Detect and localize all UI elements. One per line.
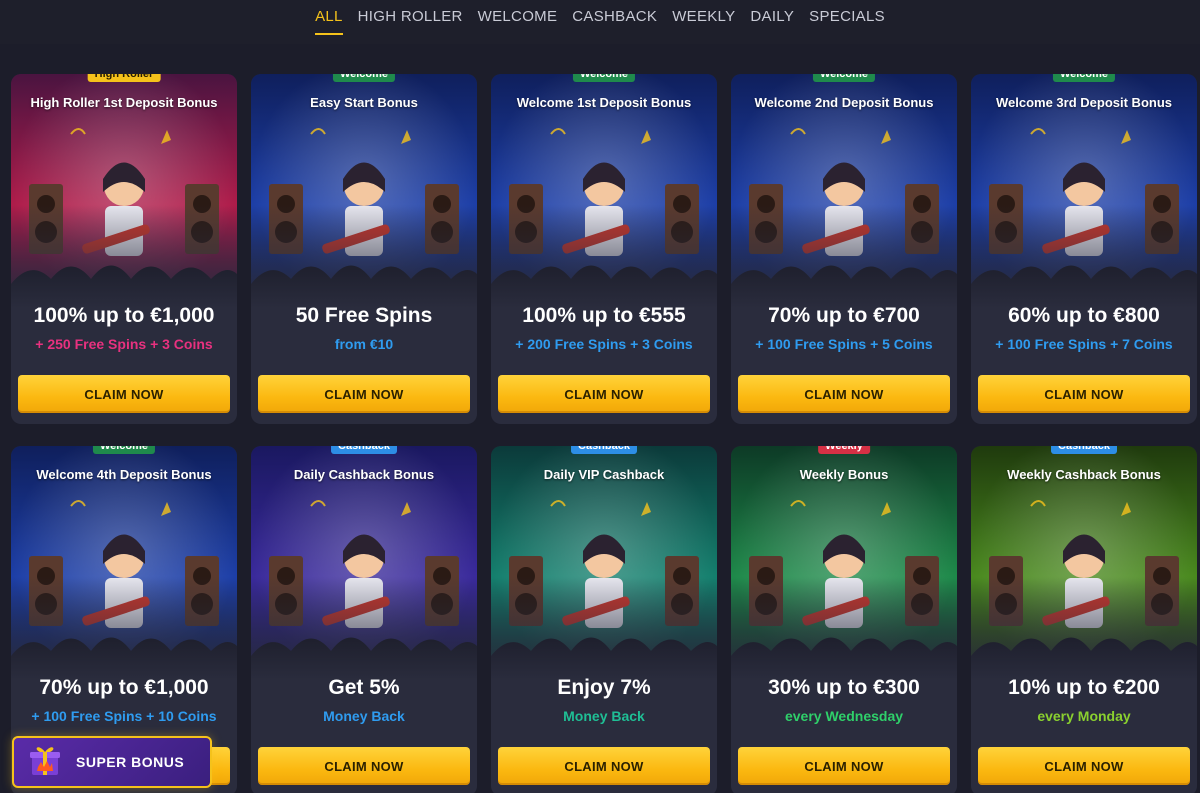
bonus-title: Welcome 3rd Deposit Bonus — [995, 95, 1172, 110]
bonus-card[interactable]: Cashback Daily VIP Cashback Enjoy 7% Money … — [491, 446, 717, 793]
tab-welcome[interactable]: WELCOME — [478, 8, 558, 35]
claim-now-button[interactable]: CLAIM NOW — [258, 375, 470, 413]
bonus-extra: + 100 Free Spins + 10 Coins — [31, 708, 217, 724]
tab-cashback[interactable]: CASHBACK — [572, 8, 657, 35]
category-badge: Welcome — [92, 446, 156, 454]
bonus-extra: every Wednesday — [784, 708, 904, 724]
tab-specials[interactable]: SPECIALS — [809, 8, 885, 35]
bonus-amount: 30% up to €300 — [768, 676, 920, 699]
bonus-card[interactable]: Welcome Easy Start Bonus 50 Free Spins from… — [251, 74, 477, 424]
bonus-title: Welcome 4th Deposit Bonus — [36, 467, 212, 482]
bonus-illustration — [731, 74, 957, 314]
bonus-card[interactable]: Welcome Welcome 3rd Deposit Bonus 60% up t… — [971, 74, 1197, 424]
super-bonus-button[interactable]: SUPER BONUS — [12, 736, 212, 788]
bonus-extra: every Monday — [1037, 708, 1131, 724]
bonus-amount: 10% up to €200 — [1008, 676, 1160, 699]
bonus-extra: Money Back — [323, 708, 405, 724]
bonus-title: Welcome 1st Deposit Bonus — [516, 95, 692, 110]
claim-now-button[interactable]: CLAIM NOW — [18, 375, 230, 413]
claim-now-button[interactable]: CLAIM NOW — [498, 375, 710, 413]
bonus-illustration — [251, 74, 477, 314]
bonus-illustration — [731, 446, 957, 686]
tab-all[interactable]: ALL — [315, 8, 343, 35]
category-badge: Welcome — [572, 74, 636, 82]
bonus-extra: from €10 — [334, 336, 394, 352]
bonus-card[interactable]: Weekly Weekly Bonus 30% up to €300 every We… — [731, 446, 957, 793]
tab-weekly[interactable]: WEEKLY — [672, 8, 735, 35]
category-badge: High Roller — [87, 74, 161, 82]
category-badge: Cashback — [331, 446, 397, 454]
bonus-amount: 70% up to €700 — [768, 304, 920, 327]
category-badge: Cashback — [571, 446, 637, 454]
bonus-card[interactable]: High Roller High Roller 1st Deposit Bonus… — [11, 74, 237, 424]
bonus-card[interactable]: Welcome Welcome 1st Deposit Bonus 100% up … — [491, 74, 717, 424]
bonus-card[interactable]: Cashback Weekly Cashback Bonus 10% up to €… — [971, 446, 1197, 793]
claim-now-button[interactable]: CLAIM NOW — [498, 747, 710, 785]
bonus-extra: + 200 Free Spins + 3 Coins — [515, 336, 693, 352]
bonus-amount: 100% up to €1,000 — [33, 304, 215, 327]
bonus-title: Welcome 2nd Deposit Bonus — [754, 95, 934, 110]
tab-high-roller[interactable]: HIGH ROLLER — [358, 8, 463, 35]
bonus-grid: High Roller High Roller 1st Deposit Bonus… — [11, 74, 1197, 793]
bonus-extra: + 100 Free Spins + 5 Coins — [755, 336, 933, 352]
claim-now-button[interactable]: CLAIM NOW — [738, 747, 950, 785]
gift-box-icon — [28, 743, 62, 782]
bonus-extra: Money Back — [563, 708, 645, 724]
category-badge: Cashback — [1051, 446, 1117, 454]
claim-now-button[interactable]: CLAIM NOW — [738, 375, 950, 413]
bonus-illustration — [971, 446, 1197, 686]
bonus-illustration — [11, 446, 237, 686]
bonus-illustration — [491, 74, 717, 314]
bonus-illustration — [491, 446, 717, 686]
bonus-title: Easy Start Bonus — [310, 95, 418, 110]
tab-daily[interactable]: DAILY — [750, 8, 794, 35]
bonus-illustration — [11, 74, 237, 314]
claim-now-button[interactable]: CLAIM NOW — [978, 747, 1190, 785]
bonus-amount: Get 5% — [328, 676, 400, 699]
bonus-amount: 60% up to €800 — [1008, 304, 1160, 327]
bonus-amount: 70% up to €1,000 — [39, 676, 209, 699]
bonus-amount: Enjoy 7% — [557, 676, 651, 699]
bonus-title: Daily Cashback Bonus — [293, 467, 435, 482]
bonus-title: Daily VIP Cashback — [543, 467, 665, 482]
claim-now-button[interactable]: CLAIM NOW — [978, 375, 1190, 413]
bonus-amount: 100% up to €555 — [522, 304, 686, 327]
bonus-illustration — [251, 446, 477, 686]
bonus-title: Weekly Cashback Bonus — [1007, 467, 1161, 482]
bonus-amount: 50 Free Spins — [295, 304, 433, 327]
bonus-extra: + 100 Free Spins + 7 Coins — [995, 336, 1173, 352]
category-badge: Welcome — [812, 74, 876, 82]
claim-now-button[interactable]: CLAIM NOW — [258, 747, 470, 785]
super-bonus-label: SUPER BONUS — [76, 754, 185, 770]
bonus-card[interactable]: Cashback Daily Cashback Bonus Get 5% Money … — [251, 446, 477, 793]
category-badge: Welcome — [332, 74, 396, 82]
category-badge: Welcome — [1052, 74, 1116, 82]
bonus-category-tabs: ALL HIGH ROLLER WELCOME CASHBACK WEEKLY … — [0, 0, 1200, 44]
bonus-illustration — [971, 74, 1197, 314]
bonus-card[interactable]: Welcome Welcome 2nd Deposit Bonus 70% up t… — [731, 74, 957, 424]
bonus-extra: + 250 Free Spins + 3 Coins — [35, 336, 213, 352]
bonus-title: Weekly Bonus — [799, 467, 889, 482]
category-badge: Weekly — [818, 446, 870, 454]
bonus-title: High Roller 1st Deposit Bonus — [30, 95, 218, 110]
